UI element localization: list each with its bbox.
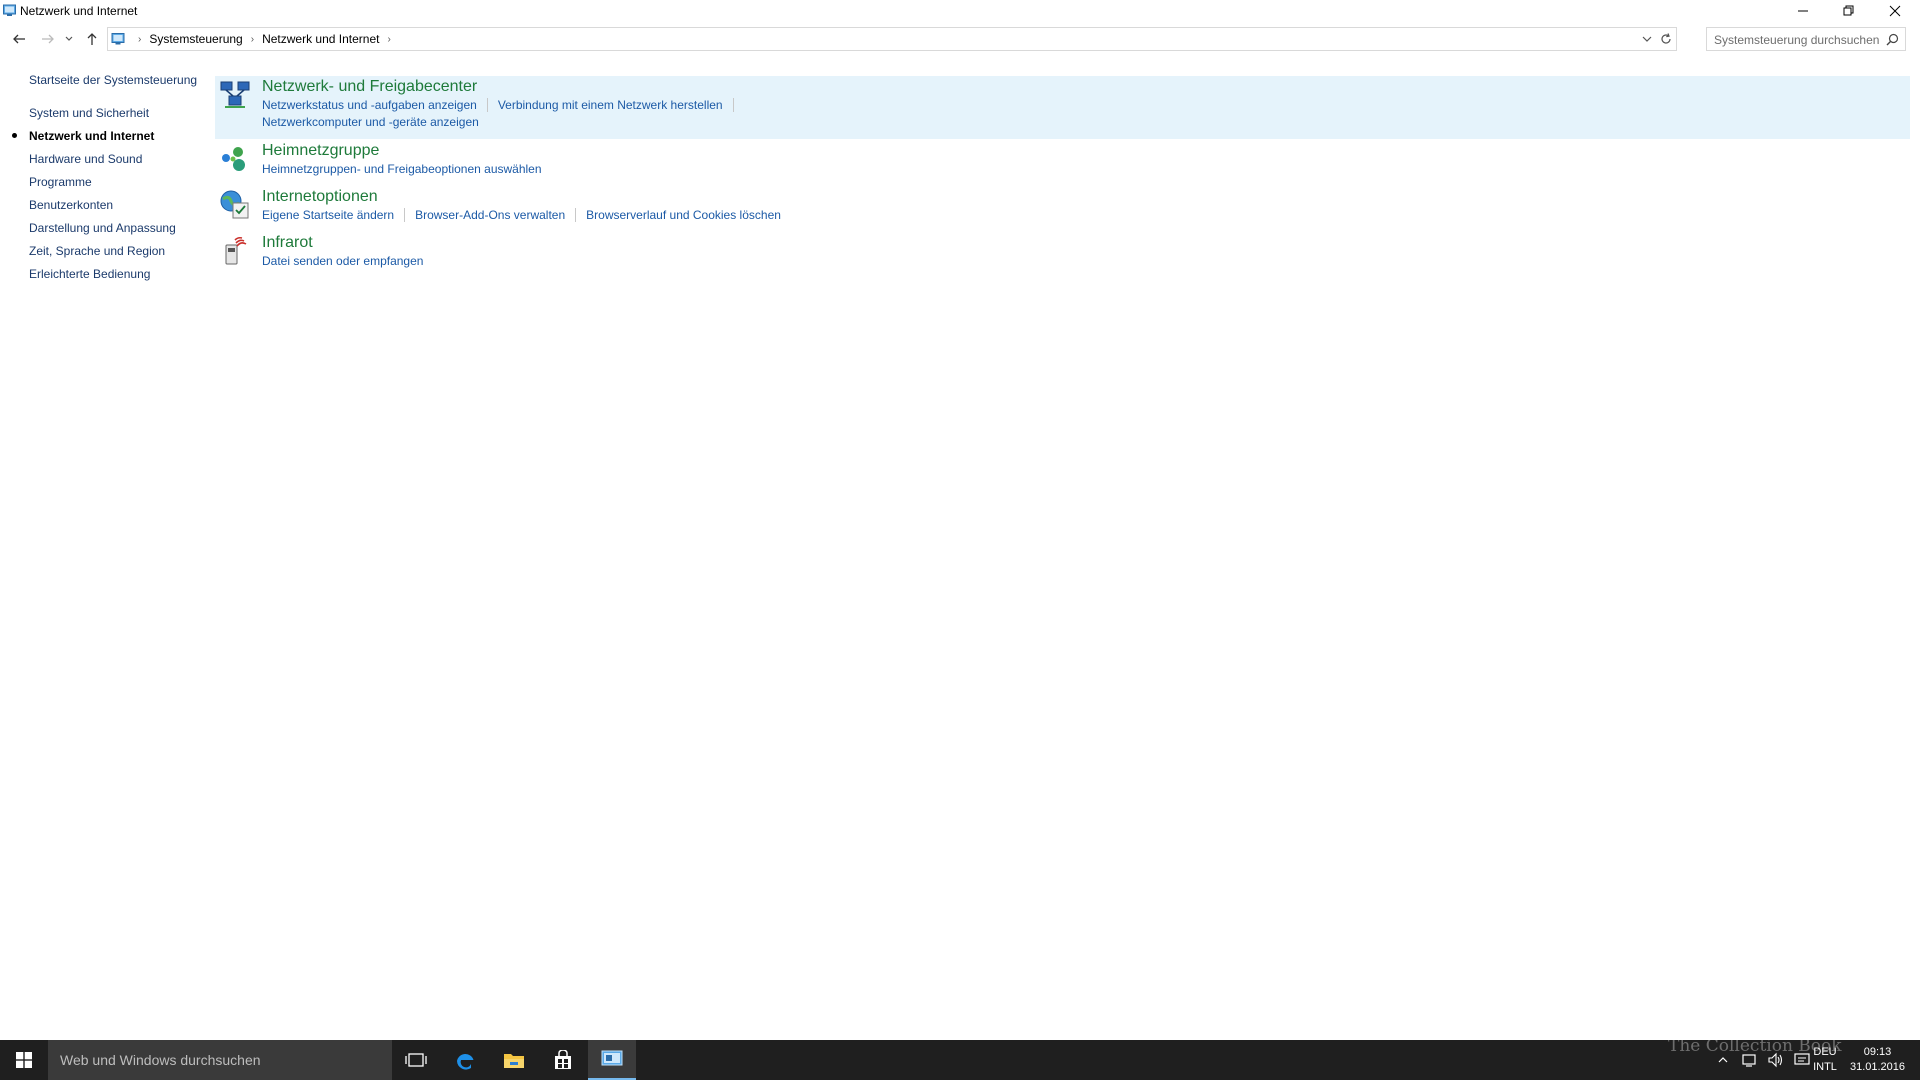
network-sharing-center-icon bbox=[220, 81, 250, 108]
window-title: Netzwerk und Internet bbox=[20, 4, 138, 18]
sidebar-item-netzwerk-und-internet[interactable]: Netzwerk und Internet bbox=[29, 129, 154, 143]
sidebar-item-programme[interactable]: Programme bbox=[29, 175, 92, 189]
recent-locations-button[interactable] bbox=[62, 29, 76, 49]
minimize-button[interactable] bbox=[1780, 0, 1826, 22]
close-icon bbox=[1889, 5, 1901, 17]
category-infrared: Infrarot Datei senden oder empfangen bbox=[215, 232, 1910, 274]
sidebar-item-zeit-sprache-und-region[interactable]: Zeit, Sprache und Region bbox=[29, 244, 165, 258]
active-bullet bbox=[12, 133, 17, 138]
link-divider bbox=[575, 208, 577, 222]
up-button[interactable] bbox=[82, 29, 102, 49]
back-button[interactable] bbox=[9, 29, 29, 49]
sidebar-item-benutzerkonten[interactable]: Benutzerkonten bbox=[29, 198, 113, 212]
forward-button[interactable] bbox=[38, 29, 58, 49]
category-links-row: Heimnetzgruppen- und Freigabeoptionen au… bbox=[262, 162, 542, 176]
category-links-row: Netzwerkstatus und -aufgaben anzeigen Ve… bbox=[262, 98, 744, 112]
restore-icon bbox=[1843, 5, 1854, 16]
keyboard-layout: INTL bbox=[1813, 1061, 1837, 1073]
link-change-homepage[interactable]: Eigene Startseite ändern bbox=[262, 208, 394, 222]
arrow-up-icon bbox=[87, 33, 97, 45]
link-manage-addons[interactable]: Browser-Add-Ons verwalten bbox=[415, 208, 565, 222]
control-panel-icon bbox=[3, 4, 16, 16]
category-links-row: Netzwerkcomputer und -geräte anzeigen bbox=[262, 115, 479, 129]
search-placeholder: Systemsteuerung durchsuchen bbox=[1714, 33, 1880, 47]
clock[interactable]: 09:13 31.01.2016 bbox=[1845, 1045, 1910, 1075]
breadcrumb: › Systemsteuerung › Netzwerk und Interne… bbox=[130, 28, 399, 50]
link-network-computers[interactable]: Netzwerkcomputer und -geräte anzeigen bbox=[262, 115, 479, 129]
search-icon[interactable] bbox=[1886, 33, 1899, 46]
taskbar-search-box[interactable]: Web und Windows durchsuchen bbox=[48, 1040, 392, 1080]
folder-icon bbox=[504, 1054, 524, 1068]
category-internet-options: Internetoptionen Eigene Startseite änder… bbox=[215, 186, 1910, 228]
category-title-infrared[interactable]: Infrarot bbox=[262, 234, 313, 252]
taskbar-search-placeholder: Web und Windows durchsuchen bbox=[60, 1052, 261, 1068]
link-connect-network[interactable]: Verbindung mit einem Netzwerk herstellen bbox=[498, 98, 723, 112]
close-button[interactable] bbox=[1872, 0, 1918, 22]
minimize-icon bbox=[1798, 10, 1808, 12]
chevron-down-icon bbox=[65, 36, 73, 41]
category-homegroup: Heimnetzgruppe Heimnetzgruppen- und Frei… bbox=[215, 140, 1910, 182]
navigation-bar: › Systemsteuerung › Netzwerk und Interne… bbox=[0, 26, 1920, 52]
refresh-icon[interactable] bbox=[1659, 32, 1673, 46]
taskbar: Web und Windows durchsuchen DEU INTL 09:… bbox=[0, 1040, 1920, 1080]
breadcrumb-netzwerk-und-internet[interactable]: Netzwerk und Internet bbox=[262, 32, 379, 46]
chevron-right-icon[interactable]: › bbox=[387, 34, 390, 45]
sidebar-item-erleichterte-bedienung[interactable]: Erleichterte Bedienung bbox=[29, 267, 150, 281]
homegroup-icon bbox=[222, 147, 245, 171]
link-send-receive-file[interactable]: Datei senden oder empfangen bbox=[262, 254, 423, 268]
category-title-network-sharing-center[interactable]: Netzwerk- und Freigabecenter bbox=[262, 78, 477, 96]
address-bar[interactable]: › Systemsteuerung › Netzwerk und Interne… bbox=[107, 27, 1677, 51]
task-view-button[interactable] bbox=[392, 1040, 440, 1080]
store-taskbar-button[interactable] bbox=[539, 1040, 587, 1080]
chevron-right-icon[interactable]: › bbox=[138, 34, 141, 45]
infrared-icon bbox=[225, 236, 247, 265]
store-icon bbox=[555, 1050, 571, 1069]
arrow-left-icon bbox=[13, 34, 25, 44]
sidebar-item-hardware-und-sound[interactable]: Hardware und Sound bbox=[29, 152, 142, 166]
task-view-icon bbox=[405, 1053, 427, 1067]
edge-icon bbox=[457, 1053, 474, 1070]
category-title-homegroup[interactable]: Heimnetzgruppe bbox=[262, 142, 379, 160]
link-divider bbox=[486, 98, 488, 112]
title-bar: Netzwerk und Internet bbox=[0, 0, 1920, 24]
category-title-internet-options[interactable]: Internetoptionen bbox=[262, 188, 378, 206]
arrow-right-icon bbox=[42, 34, 54, 44]
link-divider bbox=[732, 98, 734, 112]
control-panel-taskbar-button[interactable] bbox=[588, 1040, 636, 1080]
link-divider bbox=[404, 208, 406, 222]
sidebar-item-darstellung-und-anpassung[interactable]: Darstellung und Anpassung bbox=[29, 221, 176, 235]
breadcrumb-systemsteuerung[interactable]: Systemsteuerung bbox=[149, 32, 242, 46]
control-panel-icon bbox=[111, 33, 125, 45]
chevron-right-icon[interactable]: › bbox=[251, 34, 254, 45]
windows-logo-icon bbox=[16, 1052, 32, 1068]
edge-taskbar-button[interactable] bbox=[441, 1040, 489, 1080]
control-panel-icon bbox=[601, 1050, 623, 1066]
control-panel-home-link[interactable]: Startseite der Systemsteuerung bbox=[29, 73, 197, 87]
search-input[interactable]: Systemsteuerung durchsuchen bbox=[1706, 27, 1906, 51]
clock-date: 31.01.2016 bbox=[1849, 1061, 1906, 1073]
category-links-row: Datei senden oder empfangen bbox=[262, 254, 423, 268]
chevron-down-icon[interactable] bbox=[1640, 32, 1654, 46]
sidebar-item-system-und-sicherheit[interactable]: System und Sicherheit bbox=[29, 106, 149, 120]
link-network-status[interactable]: Netzwerkstatus und -aufgaben anzeigen bbox=[262, 98, 477, 112]
watermark-text: The Collection Book bbox=[1668, 1036, 1842, 1056]
category-links-row: Eigene Startseite ändern Browser-Add-Ons… bbox=[262, 208, 781, 222]
link-delete-history[interactable]: Browserverlauf und Cookies löschen bbox=[586, 208, 781, 222]
restore-button[interactable] bbox=[1826, 0, 1872, 22]
link-homegroup-options[interactable]: Heimnetzgruppen- und Freigabeoptionen au… bbox=[262, 162, 542, 176]
category-network-sharing-center: Netzwerk- und Freigabecenter Netzwerksta… bbox=[215, 76, 1910, 139]
internet-options-icon bbox=[220, 190, 249, 219]
file-explorer-taskbar-button[interactable] bbox=[490, 1040, 538, 1080]
clock-time: 09:13 bbox=[1863, 1046, 1892, 1058]
start-button[interactable] bbox=[0, 1040, 48, 1080]
